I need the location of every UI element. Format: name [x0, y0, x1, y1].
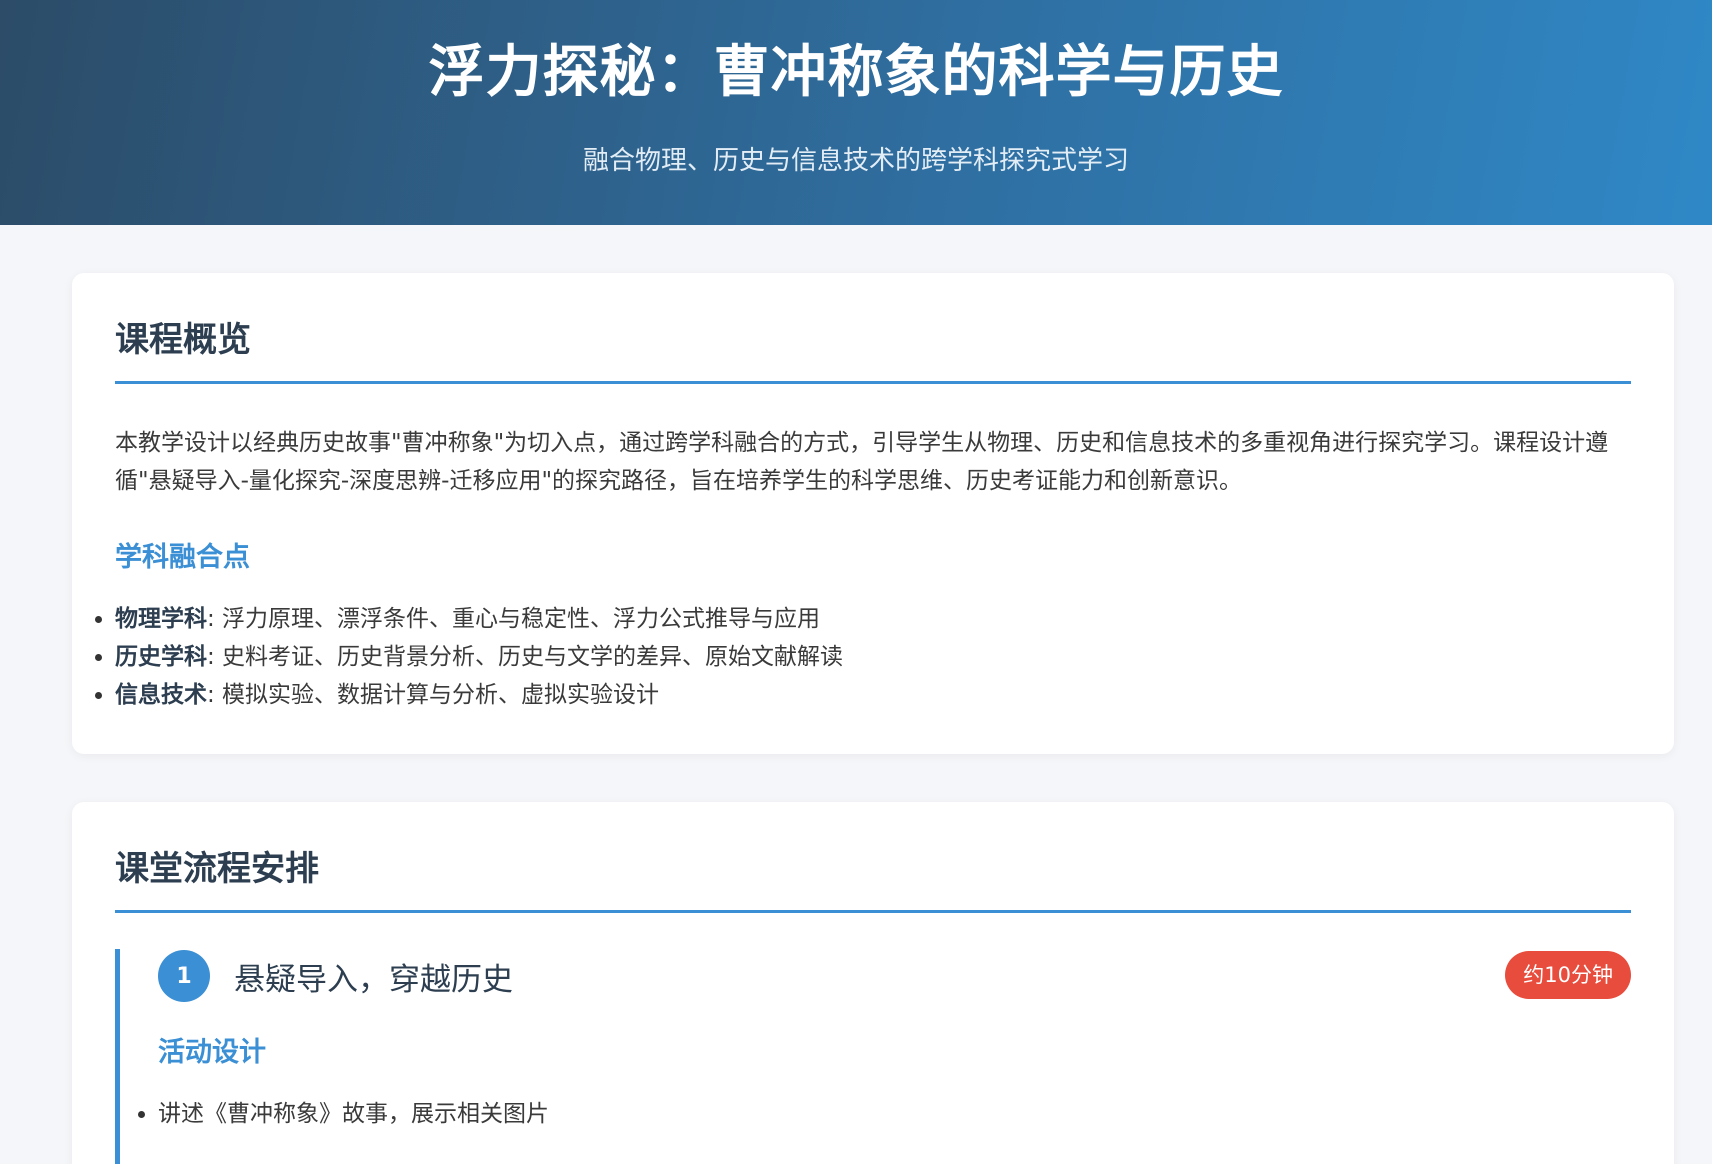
- list-item-label: 物理学科: [115, 606, 207, 632]
- list-item-text: : 史料考证、历史背景分析、历史与文学的差异、原始文献解读: [207, 644, 844, 670]
- list-item: 讲述《曹冲称象》故事，展示相关图片: [138, 1095, 1631, 1133]
- page-subtitle: 融合物理、历史与信息技术的跨学科探究式学习: [582, 146, 1129, 176]
- duration-badge: 约10分钟: [1505, 951, 1631, 999]
- list-item-text: : 浮力原理、漂浮条件、重心与稳定性、浮力公式推导与应用: [207, 606, 821, 632]
- step-number-badge: 1: [158, 950, 210, 1002]
- list-item-text: : 模拟实验、数据计算与分析、虚拟实验设计: [207, 682, 660, 708]
- list-item-label: 信息技术: [115, 682, 207, 708]
- main-content: 课程概览 本教学设计以经典历史故事"曹冲称象"为切入点，通过跨学科融合的方式，引…: [0, 225, 1712, 1164]
- activity-heading: 活动设计: [158, 1037, 266, 1068]
- flow-step: 1 悬疑导入，穿越历史 约10分钟 活动设计 讲述《曹冲称象》故事，展示相关图片: [115, 949, 1631, 1164]
- flow-card: 课堂流程安排 1 悬疑导入，穿越历史 约10分钟 活动设计 讲述《曹冲称象》故事…: [72, 802, 1674, 1164]
- step-header: 1 悬疑导入，穿越历史: [158, 949, 1631, 1003]
- flow-heading: 课堂流程安排: [115, 846, 1631, 913]
- page-title: 浮力探秘：曹冲称象的科学与历史: [428, 40, 1284, 105]
- list-item: 信息技术: 模拟实验、数据计算与分析、虚拟实验设计: [95, 676, 1631, 714]
- step-title: 悬疑导入，穿越历史: [234, 961, 513, 998]
- integration-heading: 学科融合点: [115, 542, 250, 573]
- activity-list: 讲述《曹冲称象》故事，展示相关图片: [138, 1095, 1631, 1133]
- list-item: 物理学科: 浮力原理、漂浮条件、重心与稳定性、浮力公式推导与应用: [95, 600, 1631, 638]
- integration-list: 物理学科: 浮力原理、漂浮条件、重心与稳定性、浮力公式推导与应用 历史学科: 史…: [95, 600, 1631, 714]
- list-item: 历史学科: 史料考证、历史背景分析、历史与文学的差异、原始文献解读: [95, 638, 1631, 676]
- overview-intro: 本教学设计以经典历史故事"曹冲称象"为切入点，通过跨学科融合的方式，引导学生从物…: [115, 430, 1609, 494]
- overview-card: 课程概览 本教学设计以经典历史故事"曹冲称象"为切入点，通过跨学科融合的方式，引…: [72, 273, 1674, 754]
- overview-heading: 课程概览: [115, 317, 1631, 384]
- page-header: 浮力探秘：曹冲称象的科学与历史 融合物理、历史与信息技术的跨学科探究式学习: [0, 0, 1712, 225]
- list-item-label: 历史学科: [115, 644, 207, 670]
